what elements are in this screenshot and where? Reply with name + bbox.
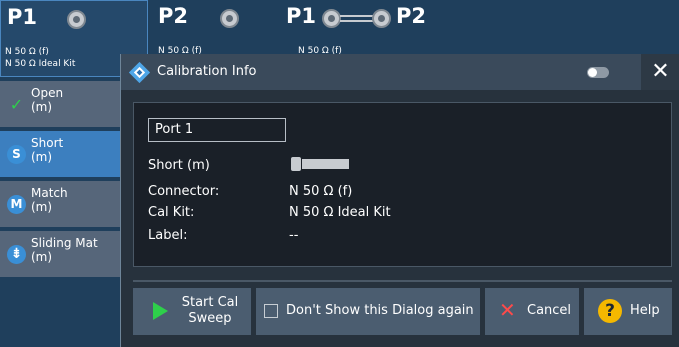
port-field: Port 1 (148, 118, 286, 142)
calibration-info-panel: Port 1 Short (m) Connector: N 50 Ω (f) C… (133, 102, 672, 267)
label-value: -- (289, 228, 299, 243)
standard-type-label: Short (m) (148, 158, 210, 173)
connector-value: N 50 Ω (f) (289, 184, 353, 199)
dialog-title: Calibration Info (157, 64, 257, 79)
short-standard-icon (291, 157, 349, 171)
checkbox-box[interactable] (264, 304, 278, 318)
cal-kit-value: N 50 Ω Ideal Kit (289, 205, 391, 220)
dont-show-again-checkbox[interactable]: Don't Show this Dialog again (256, 288, 480, 335)
help-button[interactable]: ? Help (584, 288, 672, 335)
dialog-titlebar[interactable]: Calibration Info ✕ (121, 54, 679, 90)
check-icon: ✓ (9, 95, 24, 114)
through-connection-icon (340, 15, 374, 22)
standard-short-label: Short (m) (31, 136, 64, 164)
port-1-connector: N 50 Ω (f) (5, 47, 49, 57)
standard-short[interactable]: S Short (m) (0, 131, 120, 177)
help-icon: ? (598, 299, 622, 323)
start-cal-sweep-button[interactable]: Start Cal Sweep (133, 288, 251, 335)
cancel-label: Cancel (527, 303, 572, 318)
calibration-info-dialog: Calibration Info ✕ Port 1 Short (m) Conn… (120, 54, 679, 347)
rohde-schwarz-logo-icon (129, 62, 150, 83)
standard-sliding-match[interactable]: ⇟ Sliding Mat (m) (0, 231, 120, 277)
cancel-button[interactable]: ✕ Cancel (485, 288, 579, 335)
match-icon: M (7, 195, 26, 214)
standard-open-label: Open (m) (31, 86, 64, 114)
close-button[interactable]: ✕ (641, 54, 679, 90)
connector-icon (220, 9, 239, 28)
cal-kit-label: Cal Kit: (148, 205, 195, 220)
connector-icon (372, 9, 391, 28)
label-label: Label: (148, 228, 188, 243)
transparency-toggle[interactable] (587, 67, 609, 78)
port-1-calkit: N 50 Ω Ideal Kit (5, 59, 76, 69)
connector-label: Connector: (148, 184, 220, 199)
port-pair-right-title: P2 (396, 4, 427, 28)
dialog-separator (133, 280, 672, 282)
play-icon (153, 302, 168, 320)
start-cal-sweep-label: Start Cal Sweep (181, 295, 239, 326)
connector-icon (322, 9, 341, 28)
short-icon: S (7, 145, 26, 164)
standard-match-label: Match (m) (31, 186, 68, 214)
dont-show-again-label: Don't Show this Dialog again (286, 303, 474, 318)
standard-match[interactable]: M Match (m) (0, 181, 120, 227)
sliding-match-icon: ⇟ (7, 245, 26, 264)
standard-open[interactable]: ✓ Open (m) (0, 81, 120, 127)
standard-sliding-match-label: Sliding Mat (m) (31, 236, 98, 264)
help-label: Help (630, 303, 660, 318)
port-1-title: P1 (7, 5, 38, 29)
port-2-title: P2 (158, 4, 189, 28)
port-pair-left-title: P1 (286, 4, 317, 28)
connector-icon (67, 10, 86, 29)
cancel-x-icon: ✕ (499, 298, 516, 322)
